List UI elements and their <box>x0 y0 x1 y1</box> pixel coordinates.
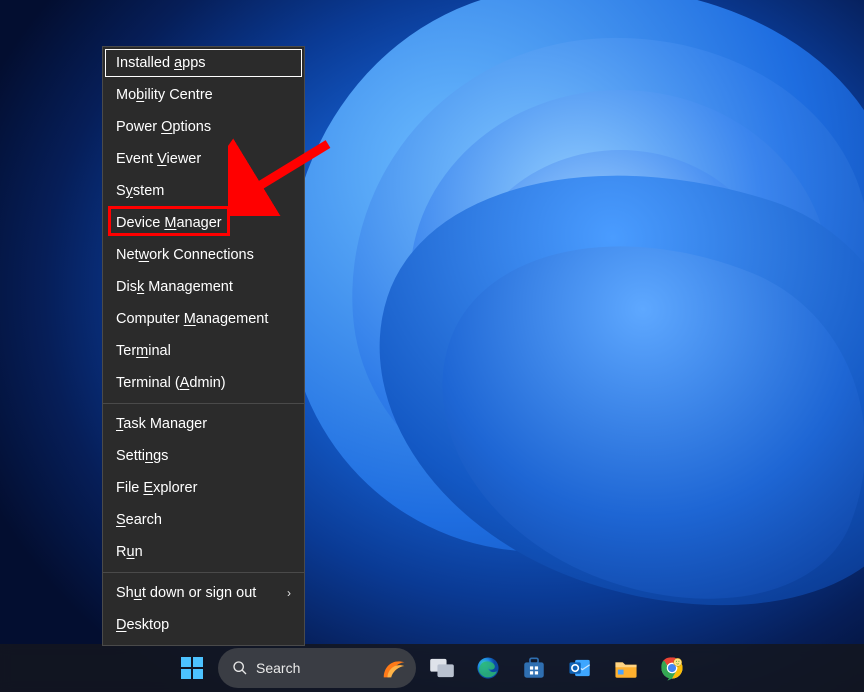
task-view-icon <box>429 658 455 678</box>
menu-item-label: Device Manager <box>116 207 222 239</box>
menu-item-label: Settings <box>116 440 168 472</box>
menu-item-system[interactable]: System <box>103 175 304 207</box>
menu-item-computer-management[interactable]: Computer Management <box>103 303 304 335</box>
menu-item-terminal[interactable]: Terminal <box>103 335 304 367</box>
outlook-icon <box>567 655 593 681</box>
start-button[interactable] <box>172 648 212 688</box>
menu-item-label: Desktop <box>116 609 169 641</box>
menu-item-label: Installed apps <box>116 47 206 79</box>
taskbar-search[interactable]: Search <box>218 648 416 688</box>
menu-item-event-viewer[interactable]: Event Viewer <box>103 143 304 175</box>
edge-button[interactable] <box>468 648 508 688</box>
menu-item-run[interactable]: Run <box>103 536 304 568</box>
taskbar: Search <box>0 644 864 692</box>
menu-item-installed-apps[interactable]: Installed apps <box>103 47 304 79</box>
menu-item-device-manager[interactable]: Device Manager <box>103 207 304 239</box>
menu-item-file-explorer[interactable]: File Explorer <box>103 472 304 504</box>
store-icon <box>521 655 547 681</box>
search-highlight-icon <box>380 653 410 683</box>
menu-item-label: Task Manager <box>116 408 207 440</box>
menu-item-label: Terminal <box>116 335 171 367</box>
menu-separator <box>103 403 304 404</box>
menu-item-search[interactable]: Search <box>103 504 304 536</box>
menu-item-label: Power Options <box>116 111 211 143</box>
menu-item-label: Computer Management <box>116 303 268 335</box>
menu-item-label: Shut down or sign out <box>116 577 256 609</box>
menu-item-settings[interactable]: Settings <box>103 440 304 472</box>
task-view-button[interactable] <box>422 648 462 688</box>
outlook-button[interactable] <box>560 648 600 688</box>
search-placeholder: Search <box>256 660 300 676</box>
menu-item-label: File Explorer <box>116 472 197 504</box>
menu-item-terminal-admin[interactable]: Terminal (Admin) <box>103 367 304 399</box>
menu-item-label: Mobility Centre <box>116 79 213 111</box>
menu-item-label: Terminal (Admin) <box>116 367 226 399</box>
chevron-right-icon: › <box>287 577 291 609</box>
menu-item-disk-management[interactable]: Disk Management <box>103 271 304 303</box>
menu-item-label: Event Viewer <box>116 143 201 175</box>
menu-separator <box>103 572 304 573</box>
chrome-icon <box>659 655 685 681</box>
menu-item-label: Search <box>116 504 162 536</box>
winx-context-menu: Installed appsMobility CentrePower Optio… <box>102 46 305 646</box>
menu-item-power-options[interactable]: Power Options <box>103 111 304 143</box>
menu-item-desktop[interactable]: Desktop <box>103 609 304 641</box>
menu-item-label: Network Connections <box>116 239 254 271</box>
microsoft-store-button[interactable] <box>514 648 554 688</box>
menu-item-network-connections[interactable]: Network Connections <box>103 239 304 271</box>
menu-item-task-manager[interactable]: Task Manager <box>103 408 304 440</box>
windows-logo-icon <box>181 657 203 679</box>
menu-item-mobility-centre[interactable]: Mobility Centre <box>103 79 304 111</box>
search-icon <box>232 660 248 676</box>
file-explorer-button[interactable] <box>606 648 646 688</box>
menu-item-label: Run <box>116 536 143 568</box>
folder-icon <box>613 655 639 681</box>
edge-icon <box>475 655 501 681</box>
chrome-button[interactable] <box>652 648 692 688</box>
menu-item-shut-down-or-sign-out[interactable]: Shut down or sign out › <box>103 577 304 609</box>
menu-item-label: Disk Management <box>116 271 233 303</box>
menu-item-label: System <box>116 175 164 207</box>
